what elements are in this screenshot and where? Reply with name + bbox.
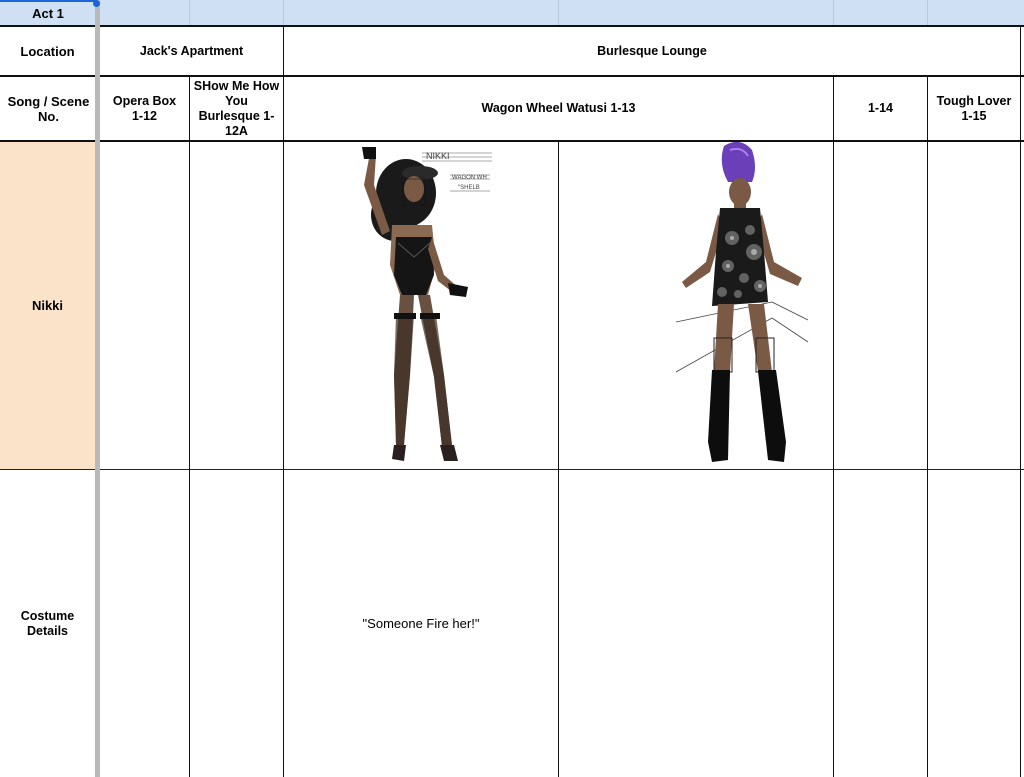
col-header-f[interactable] — [834, 0, 928, 25]
cell-show-me-how-nikki[interactable] — [190, 141, 283, 469]
selection-border — [0, 0, 96, 2]
act-label[interactable]: Act 1 — [0, 0, 96, 27]
cell-1-14-costume[interactable] — [834, 470, 927, 777]
col-header-g[interactable] — [928, 0, 1024, 25]
cell-tough-lover-costume[interactable] — [928, 470, 1020, 777]
svg-text:WAGON WH: WAGON WH — [452, 175, 487, 181]
character-label[interactable]: Nikki — [0, 141, 95, 469]
svg-text:NIKKI: NIKKI — [426, 151, 450, 161]
cell-opera-box-nikki[interactable] — [100, 141, 189, 469]
song-show-me-how[interactable]: SHow Me How You Burlesque 1-12A — [190, 77, 283, 140]
costume-sketch-2[interactable] — [672, 141, 812, 468]
cell-show-me-how-costume[interactable] — [190, 470, 283, 777]
song-tough-lover[interactable]: Tough Lover 1-15 — [928, 77, 1020, 140]
grid-line — [1020, 25, 1021, 777]
song-wagon-wheel-watusi[interactable]: Wagon Wheel Watusi 1-13 — [284, 77, 833, 140]
song-scene-label[interactable]: Song / Scene No. — [2, 77, 95, 140]
selection-handle[interactable] — [93, 0, 100, 7]
location-label[interactable]: Location — [0, 27, 95, 75]
sequin-dress-sketch-icon — [675, 141, 809, 462]
song-1-14[interactable]: 1-14 — [834, 77, 927, 140]
cell-opera-box-costume[interactable] — [100, 470, 189, 777]
location-jacks-apartment[interactable]: Jack's Apartment — [100, 27, 283, 75]
location-burlesque-lounge[interactable]: Burlesque Lounge — [284, 27, 1020, 75]
costume-details-label[interactable]: Costume Details — [0, 470, 95, 777]
col-header-d[interactable] — [284, 0, 559, 25]
costume-note[interactable]: "Someone Fire her!" — [284, 470, 558, 777]
svg-text:"SHELB: "SHELB — [458, 185, 480, 191]
cell-tough-lover-nikki[interactable] — [928, 141, 1020, 469]
col-header-b[interactable] — [100, 0, 190, 25]
costume-sketch-1[interactable]: NIKKI WAGON WH "SHELB — [340, 145, 510, 465]
col-header-c[interactable] — [190, 0, 284, 25]
fishnet-bodysuit-sketch-icon: NIKKI WAGON WH "SHELB — [362, 147, 492, 461]
cell-watusi-costume-2[interactable] — [559, 470, 833, 777]
col-header-e[interactable] — [559, 0, 834, 25]
song-opera-box[interactable]: Opera Box 1-12 — [100, 77, 189, 140]
